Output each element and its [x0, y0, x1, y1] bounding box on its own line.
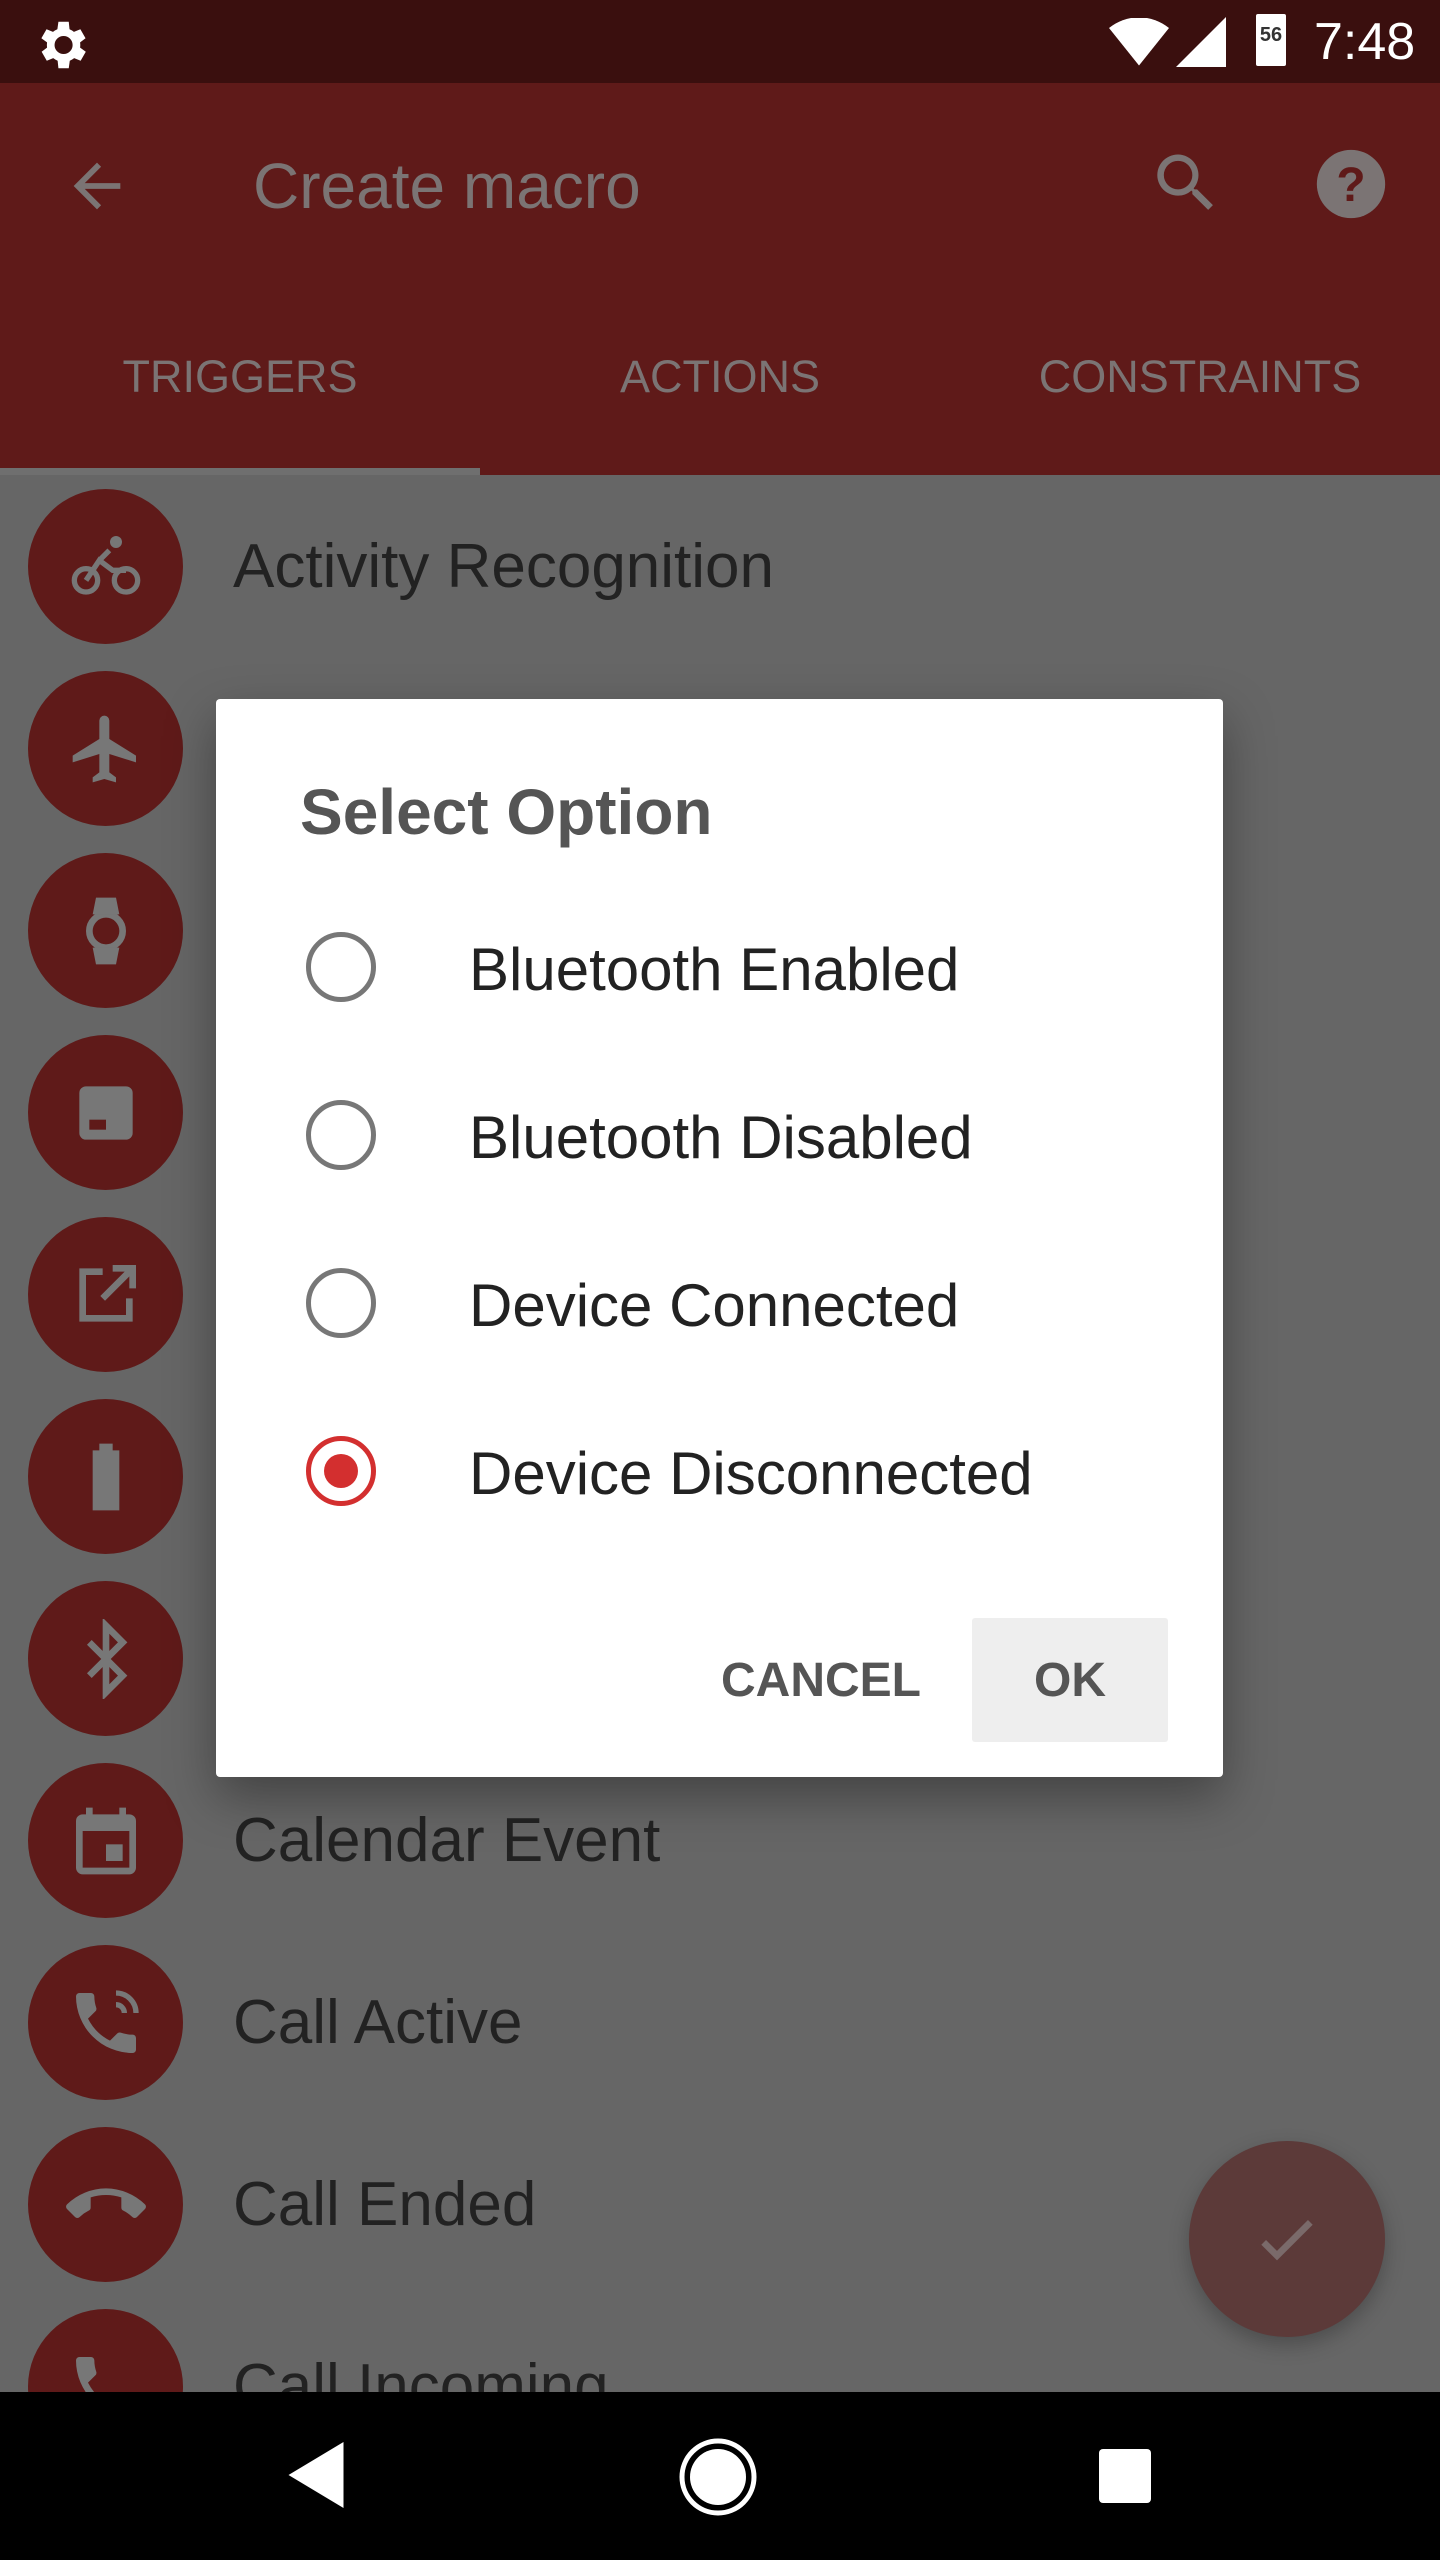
trigger-icon-circle: [28, 671, 183, 826]
nav-back-icon[interactable]: [288, 2442, 344, 2508]
trigger-label: Call Active: [233, 1988, 523, 2057]
trigger-icon-circle: [28, 1763, 183, 1918]
trigger-icon-circle: [28, 1399, 183, 1554]
settings-icon: [41, 21, 86, 69]
watch-icon: [85, 897, 126, 964]
call-end-icon: [65, 2187, 146, 2218]
trigger-icon-circle: [28, 1945, 183, 2100]
phone-in-talk-icon: [75, 1989, 139, 2053]
app-bar: Create macro ? TRIGGERS ACTIONS CONSTRAI…: [0, 83, 1440, 475]
trigger-label: Calendar Event: [233, 1806, 661, 1875]
nav-recents-icon[interactable]: [1099, 2449, 1151, 2503]
trigger-icon-circle: [28, 2127, 183, 2282]
trigger-icon-circle: [28, 489, 183, 644]
back-arrow-icon[interactable]: [62, 151, 132, 221]
trigger-icon-circle: [28, 1581, 183, 1736]
bluetooth-icon: [86, 1618, 127, 1699]
navigation-bar: [0, 2392, 1440, 2560]
dialog-title: Select Option: [300, 776, 713, 848]
status-bar: 56 7:48: [0, 0, 1440, 83]
ok-button[interactable]: OK: [972, 1618, 1168, 1742]
tab-constraints[interactable]: CONSTRAINTS: [960, 351, 1440, 403]
battery-icon: 56: [1256, 14, 1286, 66]
option-label: Bluetooth Disabled: [469, 1104, 973, 1171]
radio-button[interactable]: [306, 1268, 376, 1338]
trigger-icon-circle: [28, 1035, 183, 1190]
page-title: Create macro: [253, 150, 641, 222]
cancel-button[interactable]: CANCEL: [696, 1618, 946, 1742]
calendar-icon: [75, 1807, 136, 1874]
option-row[interactable]: Bluetooth Disabled: [216, 1055, 1223, 1215]
radio-button[interactable]: [306, 932, 376, 1002]
battery-icon: [92, 1443, 119, 1510]
tab-indicator: [0, 468, 480, 475]
clock: 7:48: [1314, 13, 1416, 71]
select-option-dialog: Select Option Bluetooth Enabled Bluetooth…: [216, 699, 1223, 1777]
wifi-icon: [1109, 18, 1169, 66]
svg-text:?: ?: [1336, 159, 1365, 212]
trigger-icon-circle: [28, 2309, 183, 2392]
trigger-list-item[interactable]: Activity Recognition: [0, 475, 1440, 657]
search-icon[interactable]: [1148, 145, 1224, 221]
option-row[interactable]: Device Connected: [216, 1223, 1223, 1383]
signal-icon: [1176, 17, 1226, 67]
confirm-fab[interactable]: [1189, 2141, 1385, 2337]
radio-button[interactable]: [306, 1100, 376, 1170]
radio-button[interactable]: [306, 1436, 376, 1506]
check-icon: [1261, 2219, 1313, 2261]
option-row[interactable]: Device Disconnected: [216, 1391, 1223, 1551]
nav-home-icon[interactable]: [678, 2437, 758, 2517]
trigger-icon-circle: [28, 1217, 183, 1372]
airplane-icon: [72, 715, 136, 782]
trigger-icon-circle: [28, 853, 183, 1008]
option-label: Device Disconnected: [469, 1440, 1033, 1507]
card-icon: [78, 1085, 133, 1140]
tab-actions[interactable]: ACTIONS: [480, 351, 960, 403]
option-label: Device Connected: [469, 1272, 960, 1339]
trigger-list-item[interactable]: Call Active: [0, 1931, 1440, 2113]
battery-level: 56: [1259, 24, 1283, 46]
trigger-label: Activity Recognition: [233, 532, 775, 601]
help-icon[interactable]: ?: [1310, 143, 1392, 225]
open-external-icon: [78, 1264, 136, 1322]
trigger-label: Call Incoming: [233, 2352, 609, 2392]
phone-icon: [75, 2356, 96, 2392]
option-label: Bluetooth Enabled: [469, 936, 960, 1003]
tab-triggers[interactable]: TRIGGERS: [0, 351, 480, 403]
bicycle-icon: [71, 535, 140, 595]
option-row[interactable]: Bluetooth Enabled: [216, 887, 1223, 1047]
trigger-label: Call Ended: [233, 2170, 537, 2239]
